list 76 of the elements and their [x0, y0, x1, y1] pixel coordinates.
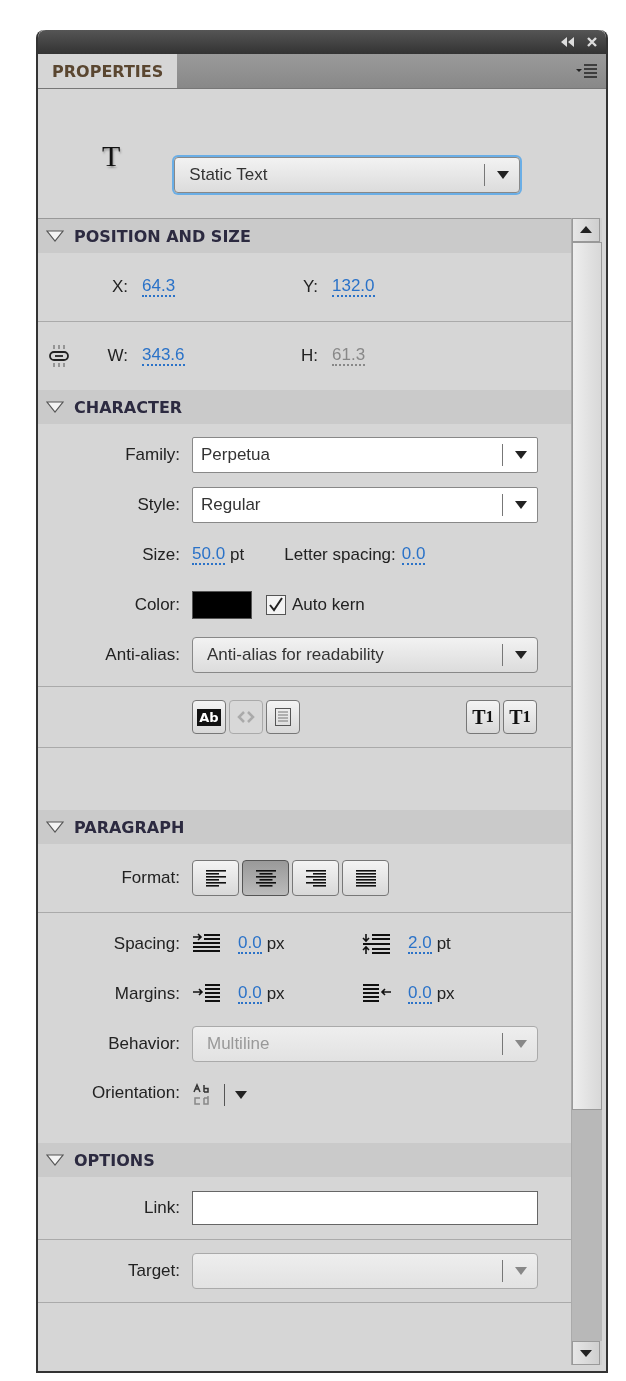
combo-box[interactable]: Regular — [192, 487, 538, 523]
caret-icon — [497, 171, 510, 179]
selectable-text-button[interactable]: Ab — [192, 700, 226, 734]
section-title: POSITION AND SIZE — [74, 226, 251, 246]
color-swatch[interactable] — [192, 591, 252, 619]
chain-link-icon[interactable] — [48, 344, 70, 368]
left-margin-icon — [192, 983, 222, 1005]
right-margin-icon — [362, 983, 392, 1005]
panel-tab[interactable]: PROPERTIES — [38, 54, 178, 88]
caret-icon — [515, 501, 527, 509]
field-label: Spacing: — [112, 934, 180, 954]
align-left-button[interactable] — [192, 860, 239, 896]
field-label: Target: — [127, 1261, 180, 1281]
field-label: X: — [110, 276, 128, 298]
field-label: Format: — [120, 868, 180, 888]
section-title: PARAGRAPH — [74, 817, 185, 837]
field-label: Letter spacing: — [284, 545, 396, 565]
align-justify-button[interactable] — [342, 860, 389, 896]
align-right-button[interactable] — [292, 860, 339, 896]
align-center-button[interactable] — [242, 860, 289, 896]
caret-icon — [515, 1267, 527, 1275]
caret-icon — [515, 451, 527, 459]
field-label: Color: — [133, 595, 180, 615]
section-header[interactable]: PARAGRAPH — [38, 810, 571, 844]
instance-type-dropdown[interactable]: Static Text — [174, 157, 521, 193]
unit-label: px — [266, 984, 285, 1004]
field-label: Orientation: — [91, 1083, 180, 1103]
unit-label: px — [266, 934, 285, 954]
text-tool-icon: T — [102, 139, 121, 173]
checkbox[interactable] — [266, 595, 286, 615]
field-label: H: — [300, 345, 318, 367]
section-header[interactable]: POSITION AND SIZE — [38, 219, 571, 253]
field-label: Y: — [301, 276, 318, 298]
section-title: OPTIONS — [74, 1150, 155, 1170]
field-label: Link: — [143, 1198, 180, 1218]
field-label: Margins: — [113, 984, 180, 1004]
combo-box[interactable]: Perpetua — [192, 437, 538, 473]
border-toggle-button[interactable] — [266, 700, 300, 734]
checkbox-label[interactable]: Auto kern — [292, 595, 365, 615]
align-center-icon — [254, 869, 277, 887]
unit-label: pt — [230, 545, 245, 565]
caret-icon — [235, 1091, 247, 1099]
close-icon[interactable] — [586, 36, 598, 48]
field-label: Anti-alias: — [104, 645, 180, 665]
expanded-triangle-icon[interactable] — [46, 821, 64, 833]
scroll-up-icon[interactable] — [572, 218, 600, 242]
field-label: W: — [106, 345, 128, 367]
field-label: Family: — [124, 445, 180, 465]
collapse-icon[interactable] — [560, 36, 576, 48]
line-spacing-icon — [362, 933, 392, 955]
unit-label: pt — [436, 934, 451, 954]
field-label: Behavior: — [107, 1034, 180, 1054]
section-title: CHARACTER — [74, 397, 183, 417]
unit-label: px — [436, 984, 455, 1004]
scroll-thumb[interactable] — [572, 242, 602, 1110]
expanded-triangle-icon[interactable] — [46, 230, 64, 242]
scrollbar[interactable] — [571, 218, 602, 1365]
panel-menu-icon[interactable] — [576, 64, 598, 78]
orientation-button[interactable] — [192, 1083, 247, 1107]
caret-icon — [515, 651, 527, 659]
field-label: Size: — [141, 545, 180, 565]
angle-brackets-icon — [237, 710, 255, 724]
field-label: Style: — [136, 495, 180, 515]
expanded-triangle-icon[interactable] — [46, 1154, 64, 1166]
align-justify-icon — [354, 869, 377, 887]
dropdown[interactable]: Anti-alias for readability — [192, 637, 538, 673]
align-right-icon — [304, 869, 327, 887]
section-header[interactable]: CHARACTER — [38, 390, 571, 424]
caret-icon — [515, 1040, 527, 1048]
bordered-lines-icon — [275, 708, 291, 726]
indent-icon — [192, 933, 222, 955]
section-header[interactable]: OPTIONS — [38, 1143, 571, 1177]
align-left-icon — [204, 869, 227, 887]
link-field[interactable] — [192, 1191, 538, 1225]
scroll-down-icon[interactable] — [572, 1341, 600, 1365]
expanded-triangle-icon[interactable] — [46, 401, 64, 413]
